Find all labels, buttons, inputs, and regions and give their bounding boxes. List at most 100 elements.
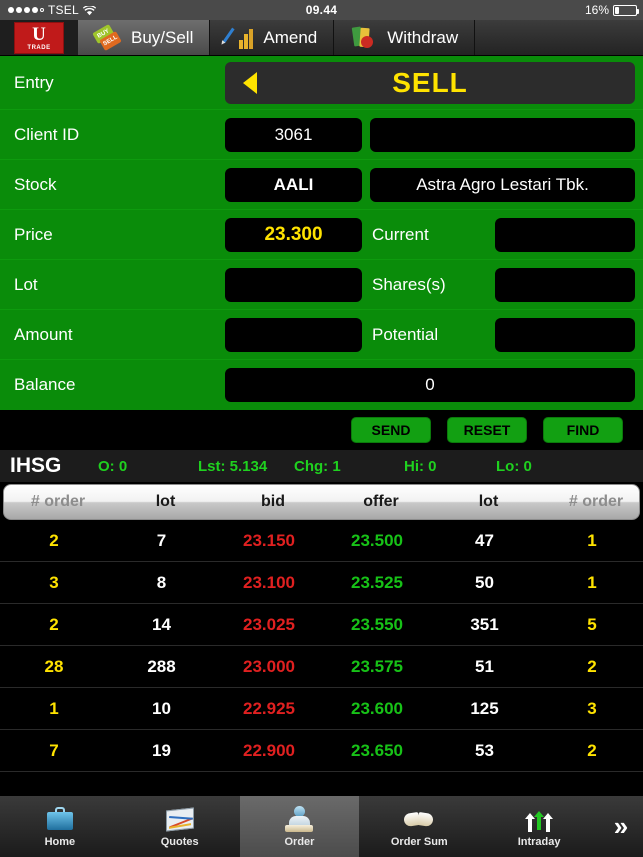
bottom-tab-quotes[interactable]: Quotes <box>120 796 240 857</box>
cell-offer-order: 1 <box>587 530 597 550</box>
reset-button[interactable]: RESET <box>447 417 527 443</box>
cell-bid-price: 23.025 <box>243 614 295 634</box>
cell-offer-price: 23.650 <box>351 740 403 760</box>
cell-bid-order: 2 <box>49 530 59 550</box>
index-change: Chg: 1 <box>294 457 341 475</box>
client-name-field[interactable] <box>370 117 635 152</box>
bottom-tab-order-sum[interactable]: Order Sum <box>359 796 479 857</box>
form-row-stock: Stock AALI Astra Agro Lestari Tbk. <box>0 160 643 210</box>
cell-bid-lot: 10 <box>152 698 171 718</box>
amount-label: Amount <box>14 324 73 344</box>
cell-bid-price: 22.900 <box>243 740 295 760</box>
cell-offer-price: 23.575 <box>351 656 403 676</box>
top-tab-bar: U TRADE BUY SELL Buy/Sell Amend Withdraw <box>0 20 643 56</box>
trading-app-screen: TSEL 09.44 16% U TRADE BUY SELL Buy/Sell… <box>0 0 643 857</box>
bottom-tab-home[interactable]: Home <box>0 796 120 857</box>
stock-label: Stock <box>14 174 57 194</box>
table-row[interactable]: 2 14 23.025 23.550 351 5 <box>0 604 643 646</box>
index-low: Lo: 0 <box>496 457 532 475</box>
index-name: IHSG <box>10 454 62 477</box>
entry-label: Entry <box>14 72 54 92</box>
cell-bid-order: 3 <box>49 572 59 592</box>
cell-offer-price: 23.525 <box>351 572 403 592</box>
lot-input[interactable] <box>225 267 362 302</box>
tab-amend-label: Amend <box>263 27 318 47</box>
form-row-client-id: Client ID 3061 <box>0 110 643 160</box>
client-id-label: Client ID <box>14 124 80 144</box>
up-arrows-icon <box>523 805 555 833</box>
person-order-icon <box>283 805 315 833</box>
balance-field[interactable]: 0 <box>225 368 635 402</box>
current-price-field[interactable] <box>495 217 635 252</box>
index-ticker-bar: IHSG O: 0 Lst: 5.134 Chg: 1 Hi: 0 Lo: 0 <box>0 450 643 482</box>
table-row[interactable]: 28 288 23.000 23.575 51 2 <box>0 646 643 688</box>
client-id-input[interactable]: 3061 <box>225 117 362 152</box>
table-row[interactable]: 3 8 23.100 23.525 50 1 <box>0 562 643 604</box>
form-row-lot: Lot Shares(s) <box>0 260 643 310</box>
price-input[interactable]: 23.300 <box>225 217 362 252</box>
column-header-bid-lot: lot <box>155 493 176 510</box>
column-header-offer-order: # order <box>568 493 624 510</box>
index-last: Lst: 5.134 <box>198 457 268 475</box>
cell-bid-lot: 19 <box>152 740 171 760</box>
shares-label: Shares(s) <box>372 274 446 294</box>
cell-bid-order: 2 <box>49 614 59 634</box>
bottom-tab-intraday[interactable]: Intraday <box>479 796 599 857</box>
cell-offer-lot: 125 <box>470 698 499 718</box>
logo-word: TRADE <box>27 44 51 51</box>
cell-offer-price: 23.550 <box>351 614 403 634</box>
cell-offer-order: 3 <box>587 698 597 718</box>
form-row-price: Price 23.300 Current <box>0 210 643 260</box>
battery-icon <box>613 4 639 16</box>
column-header-offer: offer <box>363 493 399 510</box>
shares-field[interactable] <box>495 267 635 302</box>
table-row[interactable]: 7 19 22.900 23.650 53 2 <box>0 730 643 772</box>
order-entry-form: Entry SELL Client ID 3061 Stock AALI Ast… <box>0 56 643 410</box>
find-button[interactable]: FIND <box>543 417 623 443</box>
cell-bid-price: 23.150 <box>243 530 295 550</box>
tab-withdraw-label: Withdraw <box>387 27 459 47</box>
potential-field[interactable] <box>495 317 635 352</box>
cell-offer-order: 2 <box>587 740 597 760</box>
briefcase-icon <box>44 805 76 833</box>
entry-side-selector[interactable]: SELL <box>225 61 635 104</box>
tab-buy-sell[interactable]: BUY SELL Buy/Sell <box>78 20 211 55</box>
index-high: Hi: 0 <box>404 457 437 475</box>
battery-percent-label: 16% <box>584 3 609 17</box>
cell-bid-order: 28 <box>44 656 64 676</box>
utrade-logo-box: U TRADE <box>14 21 64 54</box>
stock-code-input[interactable]: AALI <box>225 167 362 202</box>
price-label: Price <box>14 224 53 244</box>
column-header-bid: bid <box>261 493 285 510</box>
bottom-tab-bar: Home Quotes Order Order Sum Intraday » <box>0 795 643 857</box>
send-button[interactable]: SEND <box>351 417 431 443</box>
cell-bid-lot: 288 <box>147 656 176 676</box>
table-row[interactable]: 2 7 23.150 23.500 47 1 <box>0 520 643 562</box>
cell-bid-lot: 7 <box>156 530 167 550</box>
column-header-offer-lot: lot <box>478 493 499 510</box>
bottom-tab-quotes-label: Quotes <box>160 836 199 848</box>
tab-buy-sell-label: Buy/Sell <box>131 27 194 47</box>
tab-withdraw[interactable]: Withdraw <box>334 20 476 55</box>
status-bar-clock: 09.44 <box>305 3 338 17</box>
cell-offer-lot: 50 <box>475 572 494 592</box>
tab-amend[interactable]: Amend <box>210 20 335 55</box>
cell-offer-price: 23.600 <box>351 698 403 718</box>
order-book-header: # order lot bid offer lot # order <box>3 484 640 520</box>
double-chevron-right-icon[interactable]: » <box>599 796 643 857</box>
cell-offer-order: 1 <box>587 572 597 592</box>
cell-bid-order: 7 <box>49 740 59 760</box>
current-label: Current <box>372 224 429 244</box>
bottom-tab-order[interactable]: Order <box>239 796 360 857</box>
stock-name-field[interactable]: Astra Agro Lestari Tbk. <box>370 167 635 202</box>
lot-label: Lot <box>14 274 38 294</box>
table-row[interactable]: 1 10 22.925 23.600 125 3 <box>0 688 643 730</box>
status-bar: TSEL 09.44 16% <box>0 0 643 20</box>
amount-input[interactable] <box>225 317 362 352</box>
potential-label: Potential <box>372 324 439 344</box>
balance-label: Balance <box>14 375 76 394</box>
cell-bid-price: 23.000 <box>243 656 295 676</box>
cell-bid-price: 22.925 <box>243 698 295 718</box>
bottom-tab-order-label: Order <box>284 836 315 848</box>
cell-offer-order: 5 <box>587 614 597 634</box>
